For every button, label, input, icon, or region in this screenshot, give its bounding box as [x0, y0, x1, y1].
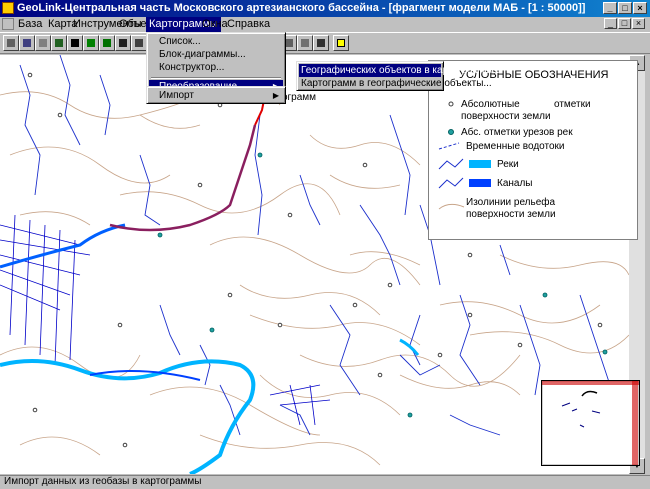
close-button[interactable]: × — [633, 2, 647, 14]
mdi-close-button[interactable]: × — [632, 18, 645, 29]
submenu-arrow-icon: ▶ — [272, 91, 279, 100]
river-lower — [0, 359, 256, 474]
legend-contours-2: поверхности земли — [466, 209, 556, 220]
menu-help[interactable]: Справка — [224, 17, 273, 32]
menu-item-block-diagrams[interactable]: Блок-диаграммы... — [149, 48, 283, 61]
open-icon[interactable] — [3, 35, 19, 51]
title-bar: GeoLink-Центральная часть Московского ар… — [0, 0, 650, 17]
grid-icon[interactable] — [115, 35, 131, 51]
mdi-restore-button[interactable]: □ — [618, 18, 631, 29]
save-icon[interactable] — [19, 35, 35, 51]
table-icon[interactable] — [131, 35, 147, 51]
app-icon[interactable] — [2, 2, 14, 14]
legend-abs-marks-1: Абсолютные — [461, 99, 520, 110]
mdi-minimize-button[interactable]: _ — [604, 18, 617, 29]
legend-canals: Каналы — [497, 178, 533, 189]
road-main — [109, 124, 257, 232]
toolbar — [0, 32, 650, 54]
menu-item-constructor[interactable]: Конструктор... — [149, 61, 283, 74]
status-bar: Импорт данных из геобазы в картограммы — [0, 475, 650, 489]
legend-temp-streams: Временные водотоки — [466, 141, 565, 152]
overview-map[interactable] — [541, 380, 640, 466]
legend-river-marks: Абс. отметки урезов рек — [461, 127, 573, 138]
print-icon[interactable] — [35, 35, 51, 51]
legend-contours-1: Изолинии рельефа — [466, 197, 556, 208]
import-menu-item-wrap: Импорт ▶ — [146, 86, 286, 104]
menu-base[interactable]: База — [15, 17, 45, 32]
document-menu-icon[interactable] — [2, 18, 14, 30]
status-text: Импорт данных из геобазы в картограммы — [4, 476, 202, 487]
river-small — [399, 338, 420, 356]
menu-item-import[interactable]: Импорт ▶ — [149, 89, 283, 102]
menu-item-import-label: Импорт — [159, 90, 194, 101]
window-title: GeoLink-Центральная часть Московского ар… — [17, 2, 586, 14]
menu-bar: База Карта Инструменты Объект Картограмм… — [0, 17, 650, 32]
river-upper — [0, 223, 126, 269]
legend-abs-marks-3: поверхности земли — [461, 111, 551, 122]
minimize-button[interactable]: _ — [603, 2, 617, 14]
transform-submenu: Географических объектов в картограммы...… — [296, 61, 502, 91]
chart-icon[interactable] — [99, 35, 115, 51]
zoom-out-icon[interactable] — [83, 35, 99, 51]
menu-item-list[interactable]: Список... — [149, 35, 283, 48]
menu-separator — [151, 77, 281, 79]
maximize-button[interactable]: □ — [618, 2, 632, 14]
help-icon[interactable] — [333, 35, 349, 51]
legend-abs-marks-2: отметки — [554, 99, 591, 110]
zoom-in-icon[interactable] — [67, 35, 83, 51]
print2-icon[interactable] — [297, 35, 313, 51]
submenu-item-cartograms-to-geo[interactable]: Картограмм в географические объекты... — [299, 77, 492, 90]
submenu-item-geo-to-cartograms[interactable]: Географических объектов в картограммы... — [299, 64, 502, 77]
overview-graphics — [542, 381, 639, 465]
layers-icon[interactable] — [51, 35, 67, 51]
legend-rivers: Реки — [497, 159, 519, 170]
export-icon[interactable] — [313, 35, 329, 51]
